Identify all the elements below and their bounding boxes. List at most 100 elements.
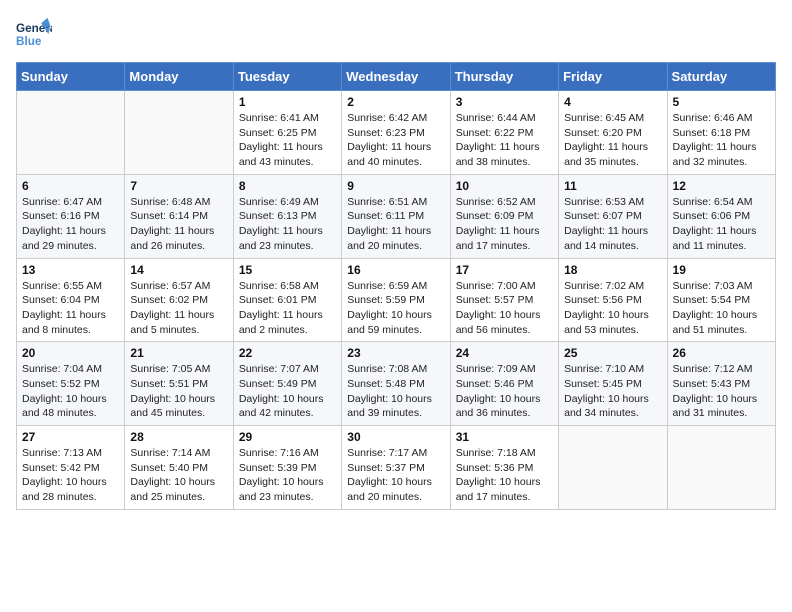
day-info: Sunrise: 7:04 AM Sunset: 5:52 PM Dayligh… (22, 362, 119, 421)
day-info: Sunrise: 6:57 AM Sunset: 6:02 PM Dayligh… (130, 279, 227, 338)
day-info: Sunrise: 7:05 AM Sunset: 5:51 PM Dayligh… (130, 362, 227, 421)
calendar-cell: 26 Sunrise: 7:12 AM Sunset: 5:43 PM Dayli… (667, 342, 775, 426)
calendar-cell: 15 Sunrise: 6:58 AM Sunset: 6:01 PM Dayli… (233, 258, 341, 342)
day-info: Sunrise: 6:46 AM Sunset: 6:18 PM Dayligh… (673, 111, 770, 170)
calendar-cell: 16 Sunrise: 6:59 AM Sunset: 5:59 PM Dayli… (342, 258, 450, 342)
day-info: Sunrise: 6:44 AM Sunset: 6:22 PM Dayligh… (456, 111, 553, 170)
day-info: Sunrise: 7:03 AM Sunset: 5:54 PM Dayligh… (673, 279, 770, 338)
day-number: 15 (239, 263, 336, 277)
day-info: Sunrise: 7:12 AM Sunset: 5:43 PM Dayligh… (673, 362, 770, 421)
day-info: Sunrise: 7:07 AM Sunset: 5:49 PM Dayligh… (239, 362, 336, 421)
calendar-cell: 4Sunrise: 6:45 AM Sunset: 6:20 PM Daylig… (559, 91, 667, 175)
calendar-cell: 22 Sunrise: 7:07 AM Sunset: 5:49 PM Dayli… (233, 342, 341, 426)
calendar-header: SundayMondayTuesdayWednesdayThursdayFrid… (17, 63, 776, 91)
day-number: 26 (673, 346, 770, 360)
day-number: 12 (673, 179, 770, 193)
day-number: 3 (456, 95, 553, 109)
weekday-header-friday: Friday (559, 63, 667, 91)
calendar-cell: 27Sunrise: 7:13 AM Sunset: 5:42 PM Dayli… (17, 426, 125, 510)
calendar-week-3: 13 Sunrise: 6:55 AM Sunset: 6:04 PM Dayli… (17, 258, 776, 342)
calendar-week-4: 20 Sunrise: 7:04 AM Sunset: 5:52 PM Dayli… (17, 342, 776, 426)
calendar-cell: 31 Sunrise: 7:18 AM Sunset: 5:36 PM Dayli… (450, 426, 558, 510)
day-info: Sunrise: 6:42 AM Sunset: 6:23 PM Dayligh… (347, 111, 444, 170)
day-number: 11 (564, 179, 661, 193)
calendar-week-5: 27Sunrise: 7:13 AM Sunset: 5:42 PM Dayli… (17, 426, 776, 510)
day-info: Sunrise: 7:16 AM Sunset: 5:39 PM Dayligh… (239, 446, 336, 505)
page-header: General Blue (16, 16, 776, 52)
calendar-cell: 25 Sunrise: 7:10 AM Sunset: 5:45 PM Dayli… (559, 342, 667, 426)
day-info: Sunrise: 7:17 AM Sunset: 5:37 PM Dayligh… (347, 446, 444, 505)
day-info: Sunrise: 7:08 AM Sunset: 5:48 PM Dayligh… (347, 362, 444, 421)
day-number: 21 (130, 346, 227, 360)
calendar-cell: 18Sunrise: 7:02 AM Sunset: 5:56 PM Dayli… (559, 258, 667, 342)
day-info: Sunrise: 7:00 AM Sunset: 5:57 PM Dayligh… (456, 279, 553, 338)
day-info: Sunrise: 6:58 AM Sunset: 6:01 PM Dayligh… (239, 279, 336, 338)
day-info: Sunrise: 6:55 AM Sunset: 6:04 PM Dayligh… (22, 279, 119, 338)
day-info: Sunrise: 7:09 AM Sunset: 5:46 PM Dayligh… (456, 362, 553, 421)
calendar-cell (559, 426, 667, 510)
day-info: Sunrise: 7:02 AM Sunset: 5:56 PM Dayligh… (564, 279, 661, 338)
calendar-cell: 9Sunrise: 6:51 AM Sunset: 6:11 PM Daylig… (342, 174, 450, 258)
calendar-cell: 7Sunrise: 6:48 AM Sunset: 6:14 PM Daylig… (125, 174, 233, 258)
svg-text:Blue: Blue (16, 35, 42, 48)
day-number: 4 (564, 95, 661, 109)
day-number: 28 (130, 430, 227, 444)
day-number: 17 (456, 263, 553, 277)
calendar-cell: 29 Sunrise: 7:16 AM Sunset: 5:39 PM Dayli… (233, 426, 341, 510)
day-number: 2 (347, 95, 444, 109)
day-number: 30 (347, 430, 444, 444)
calendar-cell: 21 Sunrise: 7:05 AM Sunset: 5:51 PM Dayli… (125, 342, 233, 426)
weekday-header-thursday: Thursday (450, 63, 558, 91)
calendar-week-1: 1 Sunrise: 6:41 AM Sunset: 6:25 PM Daylig… (17, 91, 776, 175)
day-number: 16 (347, 263, 444, 277)
calendar-cell: 23 Sunrise: 7:08 AM Sunset: 5:48 PM Dayli… (342, 342, 450, 426)
day-info: Sunrise: 7:14 AM Sunset: 5:40 PM Dayligh… (130, 446, 227, 505)
day-number: 25 (564, 346, 661, 360)
day-number: 8 (239, 179, 336, 193)
calendar-cell: 30 Sunrise: 7:17 AM Sunset: 5:37 PM Dayli… (342, 426, 450, 510)
day-number: 29 (239, 430, 336, 444)
logo: General Blue (16, 16, 52, 52)
day-number: 31 (456, 430, 553, 444)
calendar-cell: 11Sunrise: 6:53 AM Sunset: 6:07 PM Dayli… (559, 174, 667, 258)
calendar-cell: 5Sunrise: 6:46 AM Sunset: 6:18 PM Daylig… (667, 91, 775, 175)
calendar-cell: 10 Sunrise: 6:52 AM Sunset: 6:09 PM Dayli… (450, 174, 558, 258)
day-number: 23 (347, 346, 444, 360)
calendar-cell: 17 Sunrise: 7:00 AM Sunset: 5:57 PM Dayli… (450, 258, 558, 342)
day-info: Sunrise: 6:59 AM Sunset: 5:59 PM Dayligh… (347, 279, 444, 338)
day-info: Sunrise: 7:10 AM Sunset: 5:45 PM Dayligh… (564, 362, 661, 421)
day-number: 10 (456, 179, 553, 193)
logo-icon: General Blue (16, 16, 52, 52)
calendar-cell: 28 Sunrise: 7:14 AM Sunset: 5:40 PM Dayli… (125, 426, 233, 510)
day-number: 19 (673, 263, 770, 277)
calendar-cell: 8 Sunrise: 6:49 AM Sunset: 6:13 PM Daylig… (233, 174, 341, 258)
calendar-cell: 20 Sunrise: 7:04 AM Sunset: 5:52 PM Dayli… (17, 342, 125, 426)
day-info: Sunrise: 6:41 AM Sunset: 6:25 PM Dayligh… (239, 111, 336, 170)
day-info: Sunrise: 6:54 AM Sunset: 6:06 PM Dayligh… (673, 195, 770, 254)
day-number: 1 (239, 95, 336, 109)
weekday-header-sunday: Sunday (17, 63, 125, 91)
calendar-week-2: 6Sunrise: 6:47 AM Sunset: 6:16 PM Daylig… (17, 174, 776, 258)
day-number: 20 (22, 346, 119, 360)
calendar-body: 1 Sunrise: 6:41 AM Sunset: 6:25 PM Daylig… (17, 91, 776, 510)
day-number: 13 (22, 263, 119, 277)
calendar-cell: 13 Sunrise: 6:55 AM Sunset: 6:04 PM Dayli… (17, 258, 125, 342)
day-info: Sunrise: 6:52 AM Sunset: 6:09 PM Dayligh… (456, 195, 553, 254)
day-number: 22 (239, 346, 336, 360)
day-info: Sunrise: 7:18 AM Sunset: 5:36 PM Dayligh… (456, 446, 553, 505)
calendar-cell: 2 Sunrise: 6:42 AM Sunset: 6:23 PM Daylig… (342, 91, 450, 175)
calendar-cell: 19 Sunrise: 7:03 AM Sunset: 5:54 PM Dayli… (667, 258, 775, 342)
calendar-cell: 12 Sunrise: 6:54 AM Sunset: 6:06 PM Dayli… (667, 174, 775, 258)
calendar-cell: 3 Sunrise: 6:44 AM Sunset: 6:22 PM Daylig… (450, 91, 558, 175)
weekday-header-tuesday: Tuesday (233, 63, 341, 91)
day-number: 7 (130, 179, 227, 193)
calendar-cell: 24 Sunrise: 7:09 AM Sunset: 5:46 PM Dayli… (450, 342, 558, 426)
day-info: Sunrise: 6:49 AM Sunset: 6:13 PM Dayligh… (239, 195, 336, 254)
day-number: 6 (22, 179, 119, 193)
calendar-cell (667, 426, 775, 510)
calendar-cell: 14Sunrise: 6:57 AM Sunset: 6:02 PM Dayli… (125, 258, 233, 342)
day-number: 24 (456, 346, 553, 360)
weekday-header-wednesday: Wednesday (342, 63, 450, 91)
calendar-table: SundayMondayTuesdayWednesdayThursdayFrid… (16, 62, 776, 510)
calendar-cell: 6Sunrise: 6:47 AM Sunset: 6:16 PM Daylig… (17, 174, 125, 258)
